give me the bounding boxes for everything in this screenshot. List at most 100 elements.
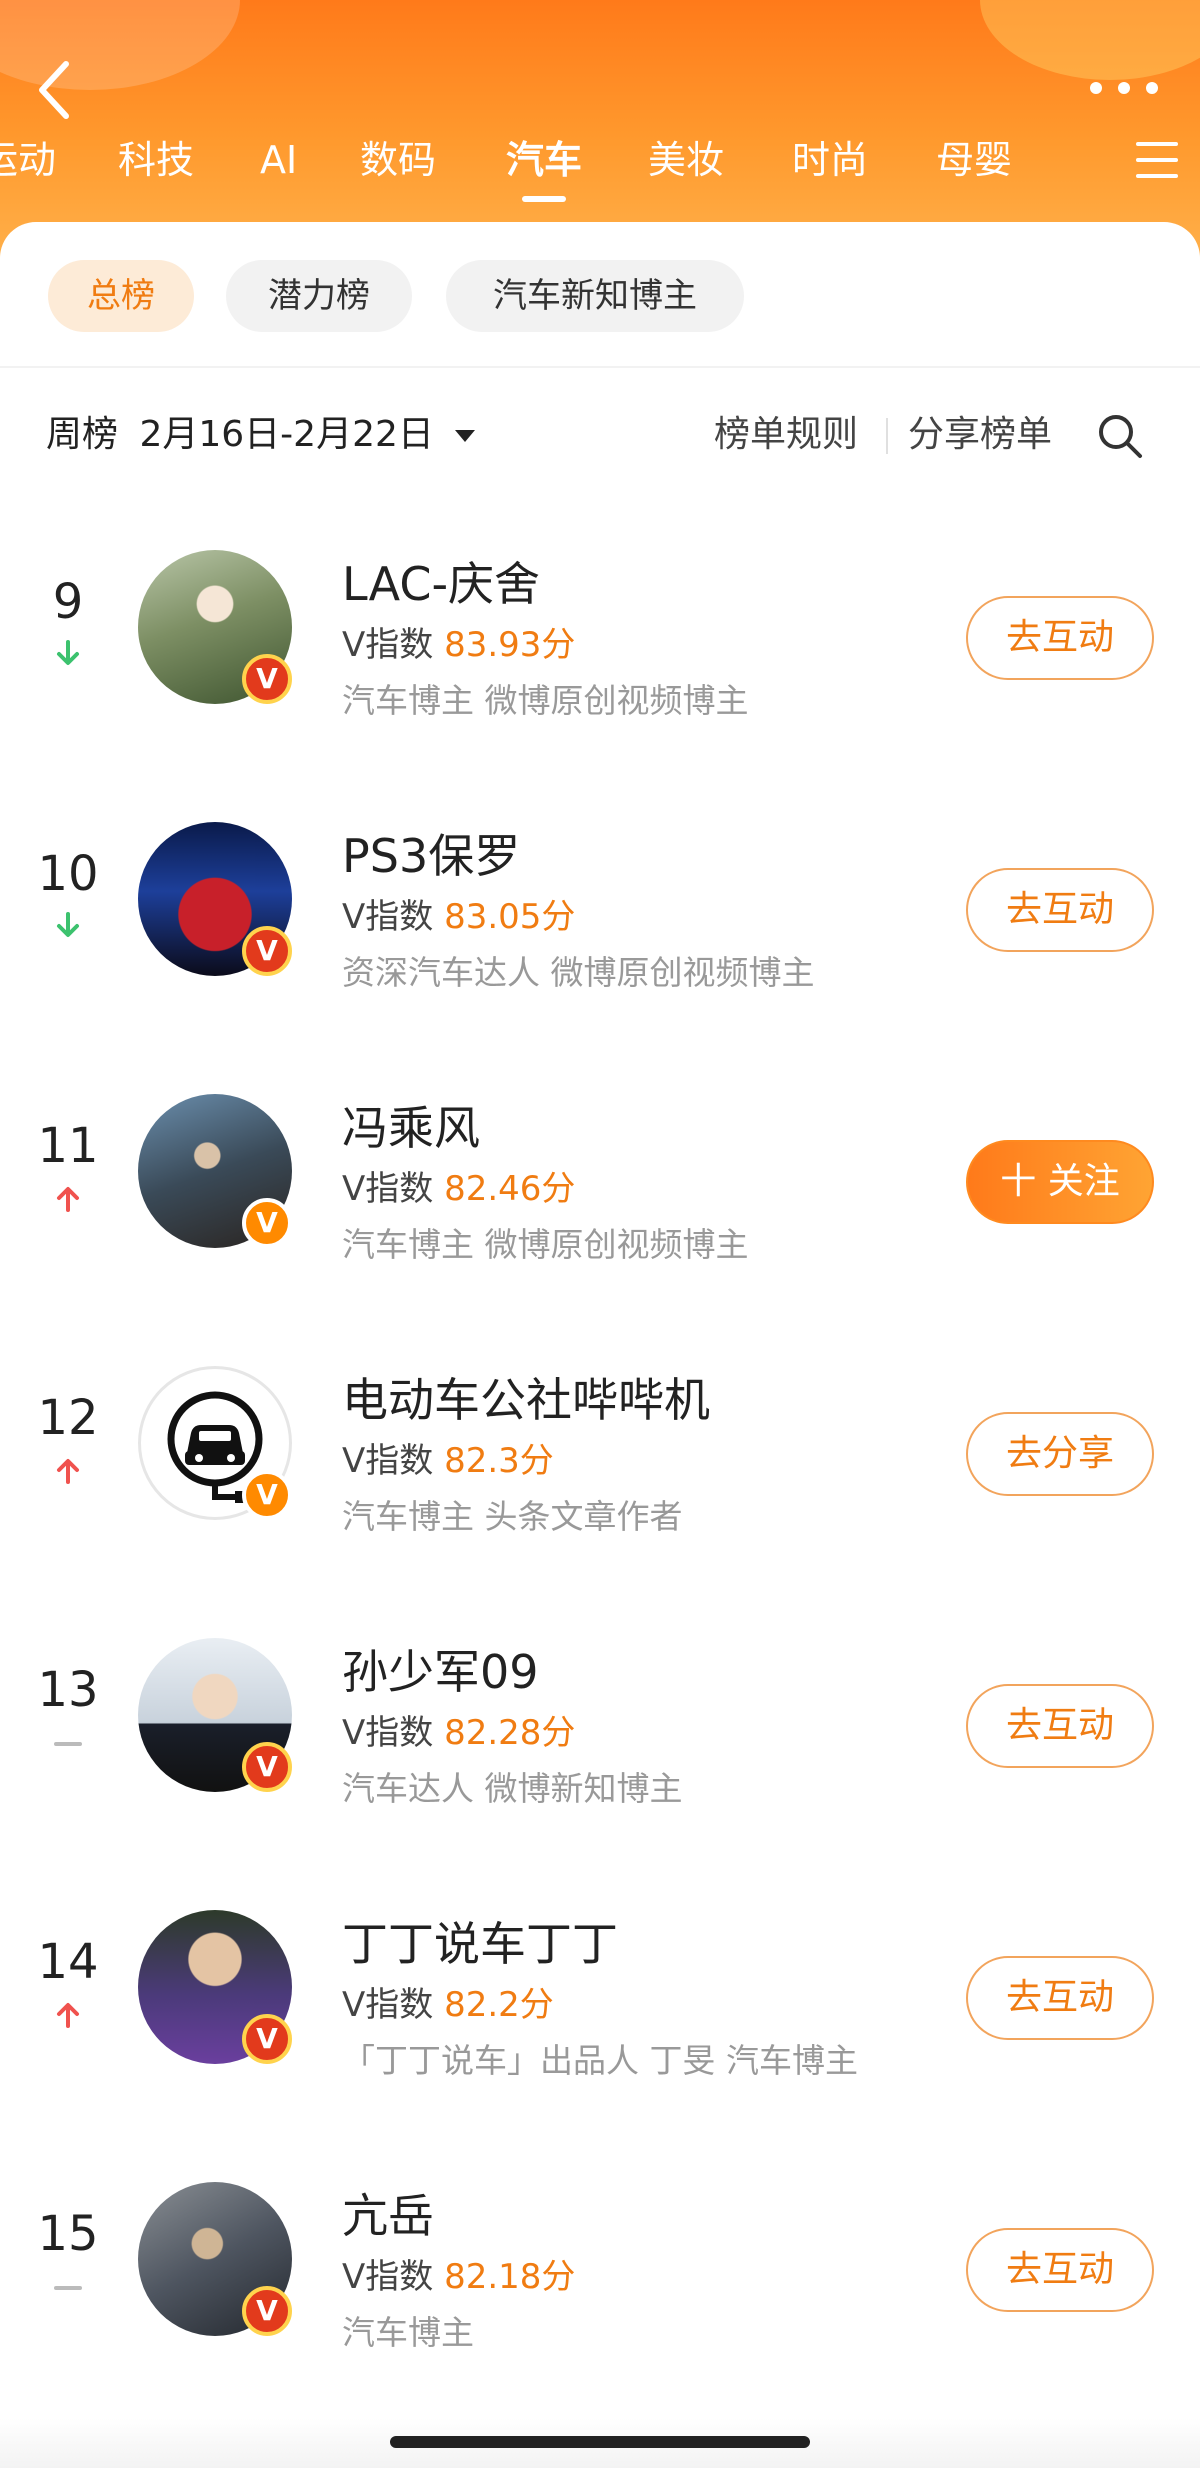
trend-up-icon bbox=[54, 2000, 82, 2028]
blogger-description: 汽车博主 bbox=[342, 2313, 474, 2352]
category-tabs: 运动 科技 AI 数码 汽车 美妆 时尚 母婴 bbox=[0, 130, 1200, 210]
v-index-label: V指数 bbox=[342, 625, 434, 665]
trend-flat-icon bbox=[54, 2272, 82, 2300]
verified-badge-icon: V bbox=[242, 1742, 292, 1792]
v-index-label: V指数 bbox=[342, 1441, 434, 1481]
trend-up-icon bbox=[54, 1456, 82, 1484]
ranking-row[interactable]: 15 V 亢岳 V指数 82.18分 汽车博主 去互动 bbox=[0, 2152, 1200, 2424]
v-index-label: V指数 bbox=[342, 2257, 434, 2297]
blogger-description: 汽车博主 微博原创视频博主 bbox=[342, 1225, 749, 1264]
rank-number: 11 bbox=[37, 1118, 99, 1174]
verified-badge-icon: V bbox=[242, 926, 292, 976]
blogger-description: 资深汽车达人 微博原创视频博主 bbox=[342, 953, 815, 992]
rank-number: 15 bbox=[37, 2206, 99, 2262]
ranking-row[interactable]: 14 V 丁丁说车丁丁 V指数 82.2分 「丁丁说车」出品人 丁旻 汽车博主 … bbox=[0, 1880, 1200, 2152]
active-tab-indicator bbox=[522, 196, 566, 202]
blogger-name[interactable]: LAC-庆舍 bbox=[342, 556, 540, 612]
blogger-description: 「丁丁说车」出品人 丁旻 汽车博主 bbox=[342, 2041, 858, 2080]
avatar[interactable]: V bbox=[138, 1910, 292, 2064]
action-button[interactable]: 去互动 bbox=[966, 1956, 1154, 2040]
avatar[interactable]: V bbox=[138, 1094, 292, 1248]
v-index-score: 82.2分 bbox=[444, 1985, 554, 2025]
v-index-score: 82.3分 bbox=[444, 1441, 554, 1481]
tab-maternal[interactable]: 母婴 bbox=[936, 130, 1012, 190]
caret-down-icon bbox=[455, 430, 476, 442]
ranking-row[interactable]: 9 V LAC-庆舍 V指数 83.93分 汽车博主 微博原创视频博主 去互动 bbox=[0, 520, 1200, 792]
v-index-score: 83.05分 bbox=[444, 897, 576, 937]
divider bbox=[0, 366, 1200, 368]
tab-beauty[interactable]: 美妆 bbox=[648, 130, 724, 190]
ranking-row[interactable]: 10 V PS3保罗 V指数 83.05分 资深汽车达人 微博原创视频博主 去互… bbox=[0, 792, 1200, 1064]
v-index-line: V指数 83.05分 bbox=[342, 894, 575, 940]
v-index-line: V指数 82.28分 bbox=[342, 1710, 575, 1756]
verified-badge-icon: V bbox=[242, 654, 292, 704]
v-index-line: V指数 82.18分 bbox=[342, 2254, 575, 2300]
v-index-line: V指数 82.46分 bbox=[342, 1166, 575, 1212]
v-index-label: V指数 bbox=[342, 1713, 434, 1753]
rank-number: 10 bbox=[37, 846, 99, 902]
v-index-line: V指数 82.3分 bbox=[342, 1438, 554, 1484]
blogger-name[interactable]: 亢岳 bbox=[342, 2188, 434, 2244]
verified-badge-icon: V bbox=[242, 2286, 292, 2336]
action-button[interactable]: 去互动 bbox=[966, 596, 1154, 680]
hamburger-menu-icon[interactable] bbox=[1136, 142, 1178, 178]
period-type: 周榜 bbox=[46, 414, 119, 455]
v-index-line: V指数 82.2分 bbox=[342, 1982, 554, 2028]
trend-down-icon bbox=[54, 640, 82, 668]
blogger-name[interactable]: 丁丁说车丁丁 bbox=[342, 1916, 618, 1972]
action-button[interactable]: 去互动 bbox=[966, 2228, 1154, 2312]
ranking-row[interactable]: 13 V 孙少军09 V指数 82.28分 汽车达人 微博新知博主 去互动 bbox=[0, 1608, 1200, 1880]
chip-potential[interactable]: 潜力榜 bbox=[226, 260, 412, 332]
action-button[interactable]: 去互动 bbox=[966, 868, 1154, 952]
verified-badge-icon: V bbox=[242, 2014, 292, 2064]
v-index-line: V指数 83.93分 bbox=[342, 622, 575, 668]
action-button[interactable]: 十 关注 bbox=[966, 1140, 1154, 1224]
tab-fashion[interactable]: 时尚 bbox=[792, 130, 868, 190]
action-button[interactable]: 去分享 bbox=[966, 1412, 1154, 1496]
tab-ai[interactable]: AI bbox=[260, 130, 297, 190]
back-icon[interactable] bbox=[32, 58, 80, 122]
home-indicator[interactable] bbox=[390, 2436, 810, 2448]
v-index-label: V指数 bbox=[342, 1169, 434, 1209]
chip-overall[interactable]: 总榜 bbox=[48, 260, 194, 332]
v-index-score: 82.28分 bbox=[444, 1713, 576, 1753]
search-icon[interactable] bbox=[1096, 412, 1144, 460]
blogger-description: 汽车达人 微博新知博主 bbox=[342, 1769, 683, 1808]
ranking-row[interactable]: 11 V 冯乘风 V指数 82.46分 汽车博主 微博原创视频博主 十 关注 bbox=[0, 1064, 1200, 1336]
blogger-description: 汽车博主 微博原创视频博主 bbox=[342, 681, 749, 720]
blogger-description: 汽车博主 头条文章作者 bbox=[342, 1497, 683, 1536]
v-index-score: 83.93分 bbox=[444, 625, 576, 665]
trend-up-icon bbox=[54, 1184, 82, 1212]
tab-digital[interactable]: 数码 bbox=[360, 130, 436, 190]
avatar[interactable]: V bbox=[138, 822, 292, 976]
v-index-label: V指数 bbox=[342, 897, 434, 937]
tab-sports[interactable]: 运动 bbox=[0, 130, 56, 190]
header-bar: 运动 科技 AI 数码 汽车 美妆 时尚 母婴 bbox=[0, 0, 1200, 260]
blogger-name[interactable]: 电动车公社哔哔机 bbox=[342, 1372, 710, 1428]
tab-auto[interactable]: 汽车 bbox=[506, 130, 582, 190]
action-button[interactable]: 去互动 bbox=[966, 1684, 1154, 1768]
avatar[interactable]: V bbox=[138, 550, 292, 704]
divider bbox=[886, 418, 888, 454]
period-selector[interactable]: 周榜 2月16日-2月22日 bbox=[46, 410, 476, 460]
rank-number: 9 bbox=[52, 574, 84, 630]
blogger-name[interactable]: PS3保罗 bbox=[342, 828, 520, 884]
header-decoration bbox=[980, 0, 1200, 80]
avatar[interactable]: V bbox=[138, 1638, 292, 1792]
more-horizontal-icon[interactable] bbox=[1090, 72, 1160, 102]
avatar[interactable]: V bbox=[138, 1366, 292, 1520]
v-index-label: V指数 bbox=[342, 1985, 434, 2025]
ranking-row[interactable]: 12 V 电动车公社哔哔机 V指数 82.3分 汽车博主 头条文章作者 去分享 bbox=[0, 1336, 1200, 1608]
blogger-name[interactable]: 孙少军09 bbox=[342, 1644, 539, 1700]
share-link[interactable]: 分享榜单 bbox=[908, 410, 1052, 460]
avatar[interactable]: V bbox=[138, 2182, 292, 2336]
rank-number: 14 bbox=[37, 1934, 99, 1990]
v-index-score: 82.18分 bbox=[444, 2257, 576, 2297]
tab-tech[interactable]: 科技 bbox=[118, 130, 194, 190]
v-index-score: 82.46分 bbox=[444, 1169, 576, 1209]
chip-auto-knowledge[interactable]: 汽车新知博主 bbox=[446, 260, 744, 332]
rank-number: 12 bbox=[37, 1390, 99, 1446]
rules-link[interactable]: 榜单规则 bbox=[714, 410, 858, 460]
blogger-name[interactable]: 冯乘风 bbox=[342, 1100, 480, 1156]
rank-number: 13 bbox=[37, 1662, 99, 1718]
